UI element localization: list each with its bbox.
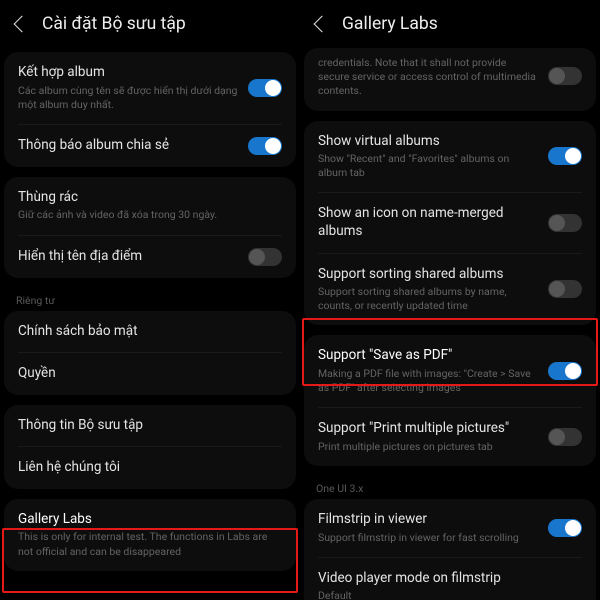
section-credentials: credentials. Note that it shall not prov…: [304, 48, 596, 111]
toggle-print-multi[interactable]: [548, 428, 582, 446]
right-title: Gallery Labs: [342, 14, 438, 34]
row-privacy-policy[interactable]: Chính sách bảo mật: [4, 311, 296, 353]
toggle-sort-shared[interactable]: [548, 280, 582, 298]
toggle-save-pdf[interactable]: [548, 362, 582, 380]
row-gallery-labs[interactable]: Gallery Labs This is only for internal t…: [4, 499, 296, 571]
row-trash[interactable]: Thùng rác Giữ các ảnh và video đã xóa tr…: [4, 177, 296, 235]
section-labs: Gallery Labs This is only for internal t…: [4, 499, 296, 571]
back-icon[interactable]: [314, 16, 331, 33]
section-privacy: Chính sách bảo mật Quyền: [4, 311, 296, 395]
right-header: Gallery Labs: [300, 0, 600, 52]
row-filmstrip[interactable]: Filmstrip in viewer Support filmstrip in…: [304, 499, 596, 557]
section-albums: Kết hợp album Các album cùng tên sẽ được…: [4, 52, 296, 167]
section-pdf: Support "Save as PDF" Making a PDF file …: [304, 335, 596, 466]
toggle-credentials[interactable]: [548, 67, 582, 85]
toggle-shared-notif[interactable]: [248, 137, 282, 155]
row-video-mode[interactable]: Video player mode on filmstrip Default: [304, 558, 596, 600]
row-merge-album[interactable]: Kết hợp album Các album cùng tên sẽ được…: [4, 52, 296, 124]
section-trash: Thùng rác Giữ các ảnh và video đã xóa tr…: [4, 177, 296, 278]
label-privacy: Riêng tư: [0, 288, 300, 311]
row-shared-notif[interactable]: Thông báo album chia sẻ: [4, 125, 296, 167]
row-location-name[interactable]: Hiển thị tên địa điểm: [4, 236, 296, 278]
row-virtual-albums[interactable]: Show virtual albums Show "Recent" and "F…: [304, 121, 596, 193]
row-credentials[interactable]: credentials. Note that it shall not prov…: [304, 48, 596, 111]
section-oneui: Filmstrip in viewer Support filmstrip in…: [304, 499, 596, 600]
left-panel: Cài đặt Bộ sưu tập Kết hợp album Các alb…: [0, 0, 300, 600]
row-sort-shared[interactable]: Support sorting shared albums Support so…: [304, 254, 596, 326]
label-oneui: One UI 3.x: [300, 476, 600, 499]
section-about: Thông tin Bộ sưu tập Liên hệ chúng tôi: [4, 405, 296, 489]
row-permissions[interactable]: Quyền: [4, 353, 296, 395]
toggle-virtual-albums[interactable]: [548, 147, 582, 165]
right-panel: Gallery Labs credentials. Note that it s…: [300, 0, 600, 600]
back-icon[interactable]: [14, 16, 31, 33]
section-virtual: Show virtual albums Show "Recent" and "F…: [304, 121, 596, 326]
toggle-filmstrip[interactable]: [548, 519, 582, 537]
row-save-pdf[interactable]: Support "Save as PDF" Making a PDF file …: [304, 335, 596, 407]
row-about-gallery[interactable]: Thông tin Bộ sưu tập: [4, 405, 296, 447]
row-contact-us[interactable]: Liên hệ chúng tôi: [4, 447, 296, 489]
row-merged-icon[interactable]: Show an icon on name-merged albums: [304, 193, 596, 252]
row-print-multi[interactable]: Support "Print multiple pictures" Print …: [304, 408, 596, 466]
left-header: Cài đặt Bộ sưu tập: [0, 0, 300, 52]
toggle-merge-album[interactable]: [248, 79, 282, 97]
left-title: Cài đặt Bộ sưu tập: [42, 14, 186, 34]
toggle-location-name[interactable]: [248, 248, 282, 266]
toggle-merged-icon[interactable]: [548, 214, 582, 232]
